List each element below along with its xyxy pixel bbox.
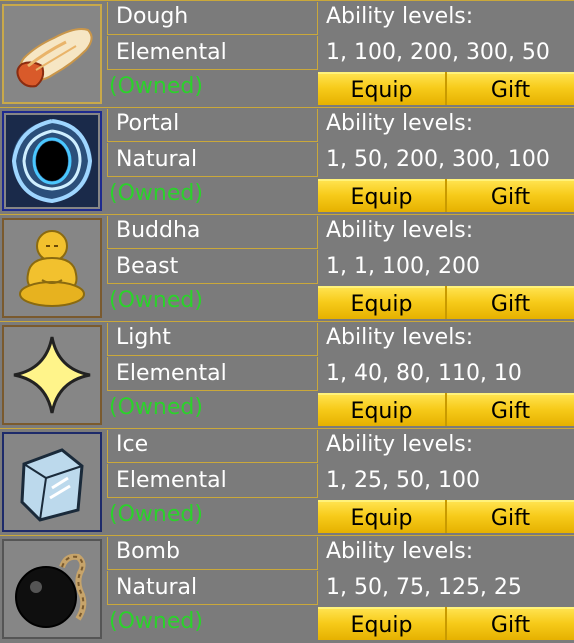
fruit-thumbnail	[2, 4, 102, 104]
owned-status: (Owned)	[109, 395, 203, 420]
fruit-type: Natural	[107, 571, 317, 605]
gift-button[interactable]: Gift	[447, 607, 574, 640]
fruit-name: Portal	[107, 109, 317, 142]
fruit-row-ice: Ice Elemental (Owned) Ability levels: 1,…	[0, 428, 574, 535]
equip-button[interactable]: Equip	[318, 607, 445, 640]
owned-status: (Owned)	[109, 609, 203, 634]
fruit-thumbnail	[2, 111, 102, 211]
fruit-row-portal: Portal Natural (Owned) Ability levels: 1…	[0, 107, 574, 214]
equip-button[interactable]: Equip	[318, 393, 445, 426]
gift-button[interactable]: Gift	[447, 500, 574, 533]
buddha-statue-icon	[19, 230, 85, 307]
gift-button[interactable]: Gift	[447, 72, 574, 105]
owned-status: (Owned)	[109, 181, 203, 206]
ability-levels-title: Ability levels:	[317, 216, 574, 249]
equip-button[interactable]: Equip	[318, 286, 445, 319]
ability-levels-values: 1, 50, 200, 300, 100	[317, 143, 574, 177]
ability-levels-values: 1, 1, 100, 200	[317, 250, 574, 284]
fruit-name: Bomb	[107, 537, 317, 570]
fruit-type: Elemental	[107, 36, 317, 70]
ice-cube-icon	[20, 448, 84, 522]
portal-vortex-icon	[6, 115, 98, 207]
fruit-name: Light	[107, 323, 317, 356]
light-star-icon	[13, 336, 91, 414]
ability-levels-values: 1, 50, 75, 125, 25	[317, 571, 574, 605]
fruit-name: Ice	[107, 430, 317, 463]
ability-levels-title: Ability levels:	[317, 2, 574, 35]
ability-levels-title: Ability levels:	[317, 323, 574, 356]
gift-button[interactable]: Gift	[447, 179, 574, 212]
ability-levels-values: 1, 100, 200, 300, 50	[317, 36, 574, 70]
fruit-name: Buddha	[107, 216, 317, 249]
fruit-thumbnail	[2, 218, 102, 318]
fruit-list: Dough Elemental (Owned) Ability levels: …	[0, 0, 574, 640]
owned-status: (Owned)	[109, 74, 203, 99]
ability-levels-title: Ability levels:	[317, 537, 574, 570]
fruit-type: Natural	[107, 143, 317, 177]
fruit-name: Dough	[107, 2, 317, 35]
fruit-thumbnail	[2, 539, 102, 639]
equip-button[interactable]: Equip	[318, 500, 445, 533]
equip-button[interactable]: Equip	[318, 72, 445, 105]
gift-button[interactable]: Gift	[447, 393, 574, 426]
dough-fist-icon	[16, 28, 93, 88]
fruit-row-dough: Dough Elemental (Owned) Ability levels: …	[0, 0, 574, 107]
owned-status: (Owned)	[109, 288, 203, 313]
bomb-icon	[15, 553, 87, 628]
fruit-type: Elemental	[107, 464, 317, 498]
gift-button[interactable]: Gift	[447, 286, 574, 319]
ability-levels-values: 1, 40, 80, 110, 10	[317, 357, 574, 391]
fruit-type: Beast	[107, 250, 317, 284]
equip-button[interactable]: Equip	[318, 179, 445, 212]
fruit-row-bomb: Bomb Natural (Owned) Ability levels: 1, …	[0, 535, 574, 642]
fruit-thumbnail	[2, 432, 102, 532]
fruit-row-buddha: Buddha Beast (Owned) Ability levels: 1, …	[0, 214, 574, 321]
fruit-type: Elemental	[107, 357, 317, 391]
ability-levels-values: 1, 25, 50, 100	[317, 464, 574, 498]
owned-status: (Owned)	[109, 502, 203, 527]
fruit-row-light: Light Elemental (Owned) Ability levels: …	[0, 321, 574, 428]
ability-levels-title: Ability levels:	[317, 430, 574, 463]
ability-levels-title: Ability levels:	[317, 109, 574, 142]
fruit-thumbnail	[2, 325, 102, 425]
